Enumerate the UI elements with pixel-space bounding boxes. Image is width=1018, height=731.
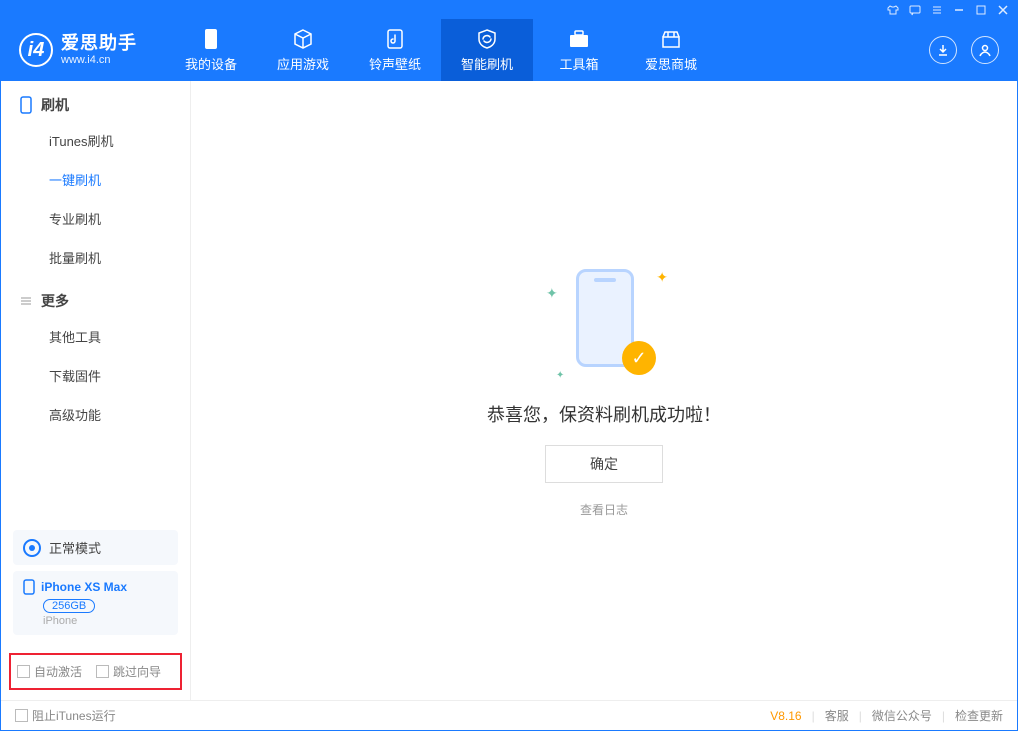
footer-link-service[interactable]: 客服 bbox=[825, 707, 849, 724]
tshirt-icon[interactable] bbox=[887, 4, 899, 16]
sidebar-item-advanced[interactable]: 高级功能 bbox=[1, 395, 190, 434]
user-button[interactable] bbox=[971, 36, 999, 64]
sparkle-icon: ✦ bbox=[656, 269, 668, 286]
tab-store[interactable]: 爱思商城 bbox=[625, 19, 717, 81]
group-label: 刷机 bbox=[41, 95, 69, 115]
shield-refresh-icon bbox=[476, 28, 498, 50]
success-message: 恭喜您，保资料刷机成功啦！ bbox=[487, 401, 721, 427]
device-name: iPhone XS Max bbox=[41, 580, 127, 594]
phone-icon bbox=[19, 96, 33, 114]
device-card[interactable]: iPhone XS Max 256GB iPhone bbox=[13, 571, 178, 635]
tab-label: 智能刷机 bbox=[461, 54, 513, 73]
tab-apps[interactable]: 应用游戏 bbox=[257, 19, 349, 81]
checkbox-row: 自动激活 跳过向导 bbox=[9, 653, 182, 690]
download-button[interactable] bbox=[929, 36, 957, 64]
close-icon[interactable] bbox=[997, 4, 1009, 16]
tab-ringtones[interactable]: 铃声壁纸 bbox=[349, 19, 441, 81]
music-file-icon bbox=[384, 28, 406, 50]
footer: 阻止iTunes运行 V8.16 | 客服 | 微信公众号 | 检查更新 bbox=[1, 700, 1017, 730]
cube-icon bbox=[292, 28, 314, 50]
device-capacity: 256GB bbox=[43, 599, 95, 613]
maximize-icon[interactable] bbox=[975, 4, 987, 16]
main-content: ✦ ✦ ✦ ✓ 恭喜您，保资料刷机成功啦！ 确定 查看日志 bbox=[191, 81, 1017, 700]
view-log-link[interactable]: 查看日志 bbox=[580, 501, 628, 518]
tab-label: 应用游戏 bbox=[277, 54, 329, 73]
logo-badge-icon: i4 bbox=[19, 33, 53, 67]
titlebar bbox=[1, 1, 1017, 19]
phone-icon bbox=[23, 579, 35, 595]
tab-label: 工具箱 bbox=[559, 54, 598, 73]
sparkle-icon: ✦ bbox=[556, 370, 564, 381]
toolbox-icon bbox=[568, 28, 590, 50]
menu-icon[interactable] bbox=[931, 4, 943, 16]
tab-my-device[interactable]: 我的设备 bbox=[165, 19, 257, 81]
device-icon bbox=[200, 28, 222, 50]
checkbox-skip-guide[interactable]: 跳过向导 bbox=[96, 663, 161, 680]
sidebar-item-other-tools[interactable]: 其他工具 bbox=[1, 317, 190, 356]
success-illustration: ✦ ✦ ✦ ✓ bbox=[534, 263, 674, 383]
footer-link-update[interactable]: 检查更新 bbox=[955, 707, 1003, 724]
sidebar-item-one-click-flash[interactable]: 一键刷机 bbox=[1, 160, 190, 199]
tab-label: 我的设备 bbox=[185, 54, 237, 73]
app-name: 爱思助手 bbox=[61, 34, 137, 54]
app-url: www.i4.cn bbox=[61, 54, 137, 66]
mode-icon bbox=[23, 539, 41, 557]
header: i4 爱思助手 www.i4.cn 我的设备 应用游戏 铃声壁纸 智能刷机 工具… bbox=[1, 19, 1017, 81]
version-label: V8.16 bbox=[770, 709, 801, 723]
footer-link-wechat[interactable]: 微信公众号 bbox=[872, 707, 932, 724]
sidebar: 刷机 iTunes刷机 一键刷机 专业刷机 批量刷机 更多 其他工具 下载固件 … bbox=[1, 81, 191, 700]
sidebar-item-pro-flash[interactable]: 专业刷机 bbox=[1, 199, 190, 238]
sidebar-item-download-firmware[interactable]: 下载固件 bbox=[1, 356, 190, 395]
store-icon bbox=[660, 28, 682, 50]
ok-button[interactable]: 确定 bbox=[545, 445, 663, 483]
app-logo[interactable]: i4 爱思助手 www.i4.cn bbox=[19, 33, 137, 67]
checkbox-block-itunes[interactable]: 阻止iTunes运行 bbox=[15, 707, 116, 724]
sparkle-icon: ✦ bbox=[546, 285, 558, 302]
sidebar-item-itunes-flash[interactable]: iTunes刷机 bbox=[1, 121, 190, 160]
tab-label: 铃声壁纸 bbox=[369, 54, 421, 73]
feedback-icon[interactable] bbox=[909, 4, 921, 16]
list-icon bbox=[19, 294, 33, 308]
group-label: 更多 bbox=[41, 291, 69, 311]
checkbox-auto-activate[interactable]: 自动激活 bbox=[17, 663, 82, 680]
checkmark-badge-icon: ✓ bbox=[622, 341, 656, 375]
sidebar-group-more: 更多 bbox=[1, 277, 190, 317]
tab-toolbox[interactable]: 工具箱 bbox=[533, 19, 625, 81]
mode-card[interactable]: 正常模式 bbox=[13, 530, 178, 565]
checkbox-icon bbox=[15, 709, 28, 722]
main-tabs: 我的设备 应用游戏 铃声壁纸 智能刷机 工具箱 爱思商城 bbox=[165, 19, 717, 81]
mode-label: 正常模式 bbox=[49, 538, 101, 557]
checkbox-icon bbox=[96, 665, 109, 678]
tab-label: 爱思商城 bbox=[645, 54, 697, 73]
minimize-icon[interactable] bbox=[953, 4, 965, 16]
sidebar-item-batch-flash[interactable]: 批量刷机 bbox=[1, 238, 190, 277]
tab-flash[interactable]: 智能刷机 bbox=[441, 19, 533, 81]
checkbox-icon bbox=[17, 665, 30, 678]
sidebar-group-flash: 刷机 bbox=[1, 81, 190, 121]
device-type: iPhone bbox=[43, 615, 168, 627]
